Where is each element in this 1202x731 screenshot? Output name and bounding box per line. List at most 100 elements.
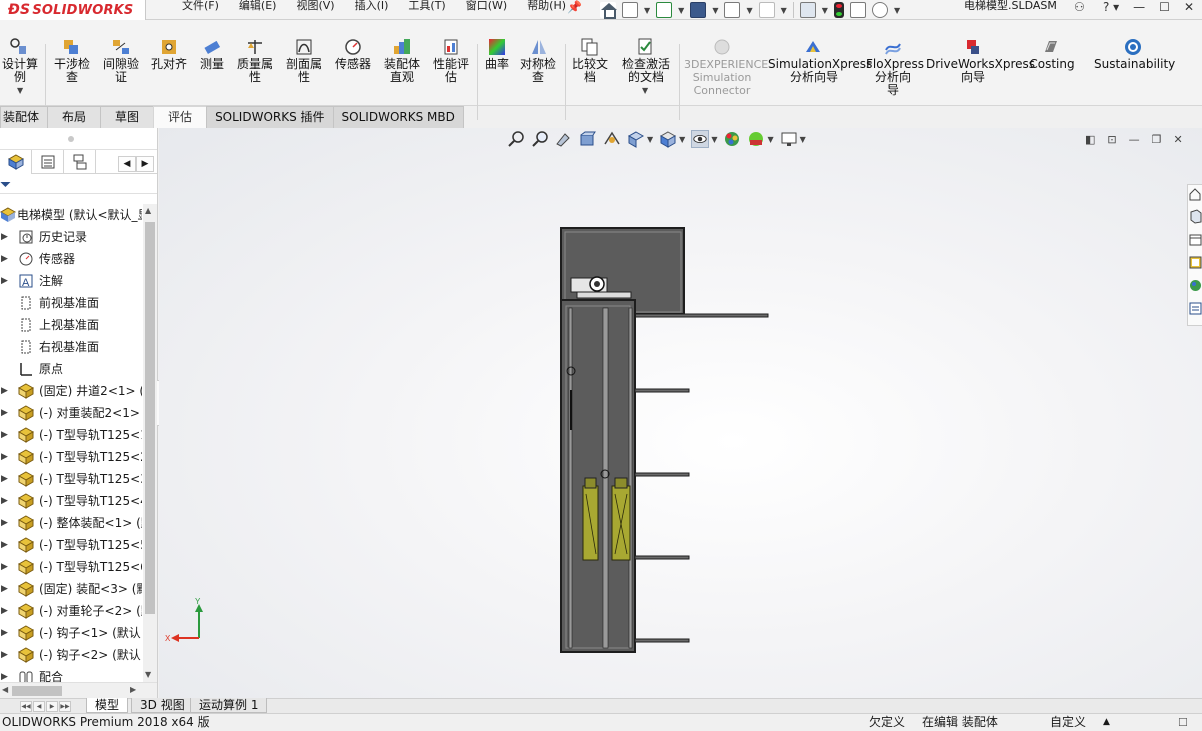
performance-evaluation-button[interactable]: 性能评 估 [429, 58, 473, 84]
tree-item[interactable]: ▶ (固定) 装配<3> (默认 [0, 578, 142, 600]
menu-edit[interactable]: 编辑(E) [229, 0, 287, 20]
expand-arrow-icon[interactable]: ▶ [1, 556, 8, 578]
tree-item[interactable]: ▶ (-) T型导轨T125<6> [0, 556, 142, 578]
guide-rail[interactable] [568, 307, 573, 649]
tree-item[interactable]: ▶ (-) T型导轨T125<3> [0, 468, 142, 490]
tree-item[interactable]: ▶ 历史记录 [0, 226, 142, 248]
save-icon[interactable] [690, 2, 707, 18]
scroll-left-icon[interactable]: ◀ [2, 685, 8, 694]
tree-item[interactable]: ▶ (-) T型导轨T125<5> [0, 534, 142, 556]
tree-item[interactable]: ▶ (-) 钩子<1> (默认< [0, 622, 142, 644]
clearance-button[interactable]: 间隙验 证 [100, 58, 142, 84]
first-tab-icon[interactable]: ◀◀ [20, 701, 32, 712]
undo-icon[interactable] [758, 2, 775, 18]
file-explorer-icon[interactable] [1189, 232, 1202, 247]
file-properties-icon[interactable] [849, 2, 866, 18]
custom-properties-icon[interactable] [1189, 301, 1202, 316]
expand-arrow-icon[interactable]: ▶ [1, 380, 8, 402]
tab-layout[interactable]: 布局 [47, 106, 102, 128]
landing-beam[interactable] [634, 472, 690, 477]
landing-beam[interactable] [634, 555, 690, 560]
tree-item[interactable]: 右视基准面 [0, 336, 142, 358]
expand-arrow-icon[interactable]: ▶ [1, 402, 8, 424]
filter-icon[interactable]: ⏷ [0, 177, 11, 193]
menu-window[interactable]: 窗口(W) [456, 0, 517, 20]
section-properties-button[interactable]: 剖面属 性 [283, 58, 325, 84]
solidworks-logo[interactable]: ƉS SOLIDWORKS [0, 0, 146, 20]
undo-dropdown-icon[interactable]: ▼ [781, 6, 787, 15]
support-beam[interactable] [634, 313, 769, 318]
tree-item[interactable]: ▶ A 注解 [0, 270, 142, 292]
expand-arrow-icon[interactable]: ▶ [1, 446, 8, 468]
tree-item[interactable]: ▶ (-) 对重轮子<2> (默 [0, 600, 142, 622]
expand-arrow-icon[interactable]: ▶ [1, 248, 8, 270]
tree-item[interactable]: ▶ (-) 钩子<2> (默认< [0, 644, 142, 666]
units-dropdown-icon[interactable]: ▲ [1103, 714, 1110, 731]
tree-item[interactable]: ▶ (-) 对重装配2<1> ( [0, 402, 142, 424]
tab-configuration-manager[interactable] [64, 149, 96, 174]
user-icon[interactable]: ⚇ [1074, 0, 1085, 14]
tab-solidworks-addins[interactable]: SOLIDWORKS 插件 [206, 106, 334, 128]
mass-properties-button[interactable]: 质量属 性 [233, 58, 277, 84]
home-icon[interactable] [600, 2, 617, 19]
guide-rail[interactable] [628, 307, 633, 649]
menu-tools[interactable]: 工具(T) [398, 0, 455, 20]
appearances-scenes-icon[interactable] [1189, 278, 1202, 293]
graphics-area[interactable]: ▼ ▼ ▼ ▼ ▼ ◧ ⊡ — ❐ ✕ Y X [159, 128, 1202, 698]
interference-button[interactable]: 干涉检 查 [52, 58, 92, 84]
landing-beam[interactable] [634, 638, 690, 643]
expand-arrow-icon[interactable]: ▶ [1, 226, 8, 248]
expand-arrow-icon[interactable]: ▶ [1, 468, 8, 490]
menu-insert[interactable]: 插入(I) [345, 0, 399, 20]
prev-tab-icon[interactable]: ◀ [33, 701, 45, 712]
design-library-icon[interactable] [1189, 209, 1202, 224]
tab-solidworks-mbd[interactable]: SOLIDWORKS MBD [332, 106, 464, 128]
scroll-right-icon[interactable]: ▶ [130, 685, 136, 694]
check-document-dropdown-icon[interactable]: ▼ [642, 86, 648, 95]
tree-horizontal-scrollbar[interactable]: ◀ ▶ [0, 682, 157, 698]
tree-root[interactable]: 电梯模型 (默认<默认_显 [0, 204, 142, 226]
check-active-document-button[interactable]: 检查激活 的文档 [618, 58, 674, 84]
curvature-button[interactable]: 曲率 [482, 58, 512, 71]
last-tab-icon[interactable]: ▶▶ [59, 701, 71, 712]
landing-beam[interactable] [634, 388, 690, 393]
print-dropdown-icon[interactable]: ▼ [746, 6, 752, 15]
design-study-button[interactable]: 设计算 例 [0, 58, 40, 84]
expand-arrow-icon[interactable]: ▶ [1, 512, 8, 534]
tree-filter[interactable]: ⏷ [0, 174, 157, 194]
menu-file[interactable]: 文件(F) [172, 0, 229, 20]
tree-item[interactable]: ▶ (-) T型导轨T125<4> [0, 490, 142, 512]
status-units[interactable]: 自定义 [1050, 714, 1086, 731]
tab-3d-views[interactable]: 3D 视图 [131, 698, 194, 713]
tree-item[interactable]: ▶ 传感器 [0, 248, 142, 270]
scroll-up-icon[interactable]: ▲ [145, 206, 151, 215]
expand-arrow-icon[interactable]: ▶ [1, 600, 8, 622]
tree-item[interactable]: ▶ (-) 整体装配<1> (默 [0, 512, 142, 534]
select-icon[interactable] [799, 2, 816, 18]
tree-item[interactable]: ▶ (固定) 井道2<1> (默 [0, 380, 142, 402]
options-gear-icon[interactable] [871, 2, 888, 18]
new-document-icon[interactable] [622, 2, 638, 18]
new-dropdown-icon[interactable]: ▼ [644, 6, 650, 15]
tabs-scroll-left-icon[interactable]: ◀ [118, 156, 136, 172]
elevator-model-view[interactable] [159, 128, 1202, 698]
open-dropdown-icon[interactable]: ▼ [678, 6, 684, 15]
options-dropdown-icon[interactable]: ▼ [894, 6, 900, 15]
view-palette-icon[interactable] [1189, 255, 1202, 270]
scroll-down-icon[interactable]: ▼ [145, 670, 151, 679]
pin-menu-icon[interactable]: 📌 [567, 0, 582, 14]
minimize-icon[interactable]: — [1133, 0, 1145, 14]
tab-sketch[interactable]: 草图 [100, 106, 155, 128]
solidworks-resources-icon[interactable] [1189, 187, 1202, 202]
tab-property-manager[interactable] [32, 149, 64, 174]
tab-motion-study[interactable]: 运动算例 1 [190, 698, 268, 713]
close-icon[interactable]: ✕ [1184, 0, 1194, 14]
sustainability-button[interactable]: Sustainability [1094, 58, 1175, 71]
rebuild-icon[interactable] [833, 2, 844, 18]
tree-vertical-scrollbar[interactable]: ▲ ▼ [143, 204, 157, 682]
maximize-icon[interactable]: ☐ [1159, 0, 1170, 14]
expand-arrow-icon[interactable]: ▶ [1, 578, 8, 600]
simulationxpress-button[interactable]: SimulationXpress 分析向导 [768, 58, 872, 84]
status-messages-icon[interactable]: ☐ [1178, 714, 1188, 731]
tab-evaluate[interactable]: 评估 [153, 106, 208, 128]
